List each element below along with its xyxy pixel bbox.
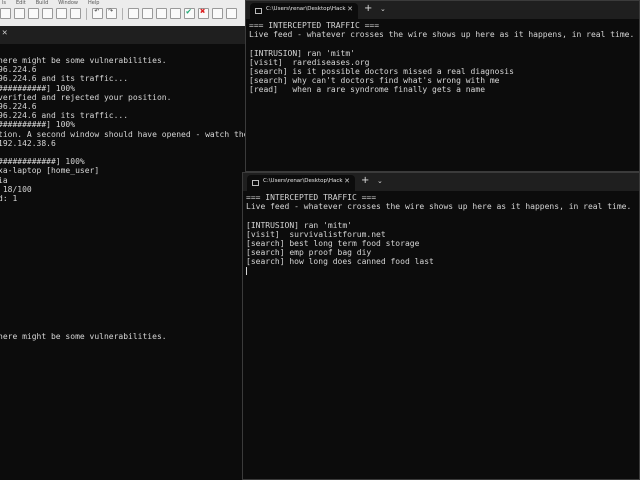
redo-icon[interactable] (106, 6, 117, 19)
stop-icon[interactable] (198, 7, 209, 19)
terminal-line: [search] best long term food storage (246, 239, 420, 248)
close-icon[interactable]: ✕ (2, 28, 7, 38)
menu-item[interactable]: Window (58, 0, 78, 6)
list-view-icon[interactable] (226, 8, 237, 19)
layout-icon[interactable] (142, 8, 153, 19)
terminal-titlebar: C:\Users\renar\Desktop\Hack ✕ + ⌄ (243, 173, 639, 191)
tab-title: C:\Users\renar\Desktop\Hack (266, 6, 346, 12)
save-icon[interactable] (28, 8, 39, 19)
terminal-titlebar: C:\Users\renar\Desktop\Hack ✕ + ⌄ (246, 1, 639, 19)
text-cursor (246, 267, 247, 276)
terminal-line: [search] emp proof bag diy (246, 248, 372, 258)
cut-icon[interactable] (56, 8, 67, 19)
terminal-line: === INTERCEPTED TRAFFIC === (246, 193, 377, 202)
terminal-line: [read] when a rare syndrome finally gets… (249, 85, 486, 95)
menu-item[interactable]: Build (36, 0, 49, 6)
toolbar-icon-row (0, 6, 237, 22)
terminal-tab[interactable]: C:\Users\renar\Desktop\Hack ✕ (250, 3, 358, 19)
terminal-line: === INTERCEPTED TRAFFIC === (249, 21, 380, 30)
menu-item[interactable]: Edit (16, 0, 26, 6)
terminal-line: [search] how long does canned food last (246, 257, 434, 267)
terminal-line: [visit] rarediseases.org (249, 57, 370, 67)
menu-item[interactable]: ls (2, 0, 6, 6)
terminal-line: [INTRUSION] ran 'mitm' (249, 48, 355, 58)
close-icon[interactable]: ✕ (347, 5, 353, 13)
new-tab-button[interactable]: + (364, 3, 372, 14)
close-icon[interactable]: ✕ (344, 177, 350, 185)
terminal-output: === INTERCEPTED TRAFFIC === Live feed - w… (246, 193, 631, 276)
chevron-down-icon[interactable]: ⌄ (380, 5, 386, 13)
terminal-line: [search] is it possible doctors missed a… (249, 67, 514, 76)
new-tab-button[interactable]: + (361, 175, 369, 186)
terminal-icon (255, 8, 262, 14)
chevron-down-icon[interactable]: ⌄ (377, 177, 383, 185)
toolbar-separator (86, 8, 87, 20)
left-terminal-window[interactable]: ✕ here might be some vulnerabilities. 96.… (0, 26, 297, 480)
terminal-line: [visit] survivalistforum.net (246, 229, 386, 239)
terminal-window-traffic-2[interactable]: C:\Users\renar\Desktop\Hack ✕ + ⌄ === IN… (242, 172, 640, 480)
terminal-line: [INTRUSION] ran 'mitm' (246, 220, 352, 230)
terminal-line: [search] why can't doctors find what's w… (249, 76, 500, 86)
terminal-line: Live feed - whatever crosses the wire sh… (249, 30, 635, 40)
new-file-icon[interactable] (0, 8, 11, 19)
editor-toolbar: ls Edit Build Window Help (0, 0, 245, 27)
open-file-icon[interactable] (14, 8, 25, 19)
left-terminal-tabbar: ✕ (0, 26, 245, 44)
copy-icon[interactable] (70, 8, 81, 19)
terminal-window-traffic-1[interactable]: C:\Users\renar\Desktop\Hack ✕ + ⌄ === IN… (245, 0, 640, 172)
terminal-line: Live feed - whatever crosses the wire sh… (246, 202, 632, 212)
terminal-tab[interactable]: C:\Users\renar\Desktop\Hack ✕ (247, 175, 355, 191)
terminal-icon (252, 180, 259, 186)
save-all-icon[interactable] (42, 8, 53, 19)
window-icon[interactable] (170, 8, 181, 19)
menu-bar: ls Edit Build Window Help (2, 0, 99, 6)
panel-icon[interactable] (156, 8, 167, 19)
undo-icon[interactable] (92, 6, 103, 19)
tab-title: C:\Users\renar\Desktop\Hack (263, 178, 343, 184)
grid-view-icon[interactable] (212, 8, 223, 19)
check-icon[interactable] (184, 7, 195, 19)
grid-icon[interactable] (128, 8, 139, 19)
terminal-output: === INTERCEPTED TRAFFIC === Live feed - w… (249, 21, 634, 95)
toolbar-separator (122, 8, 123, 20)
